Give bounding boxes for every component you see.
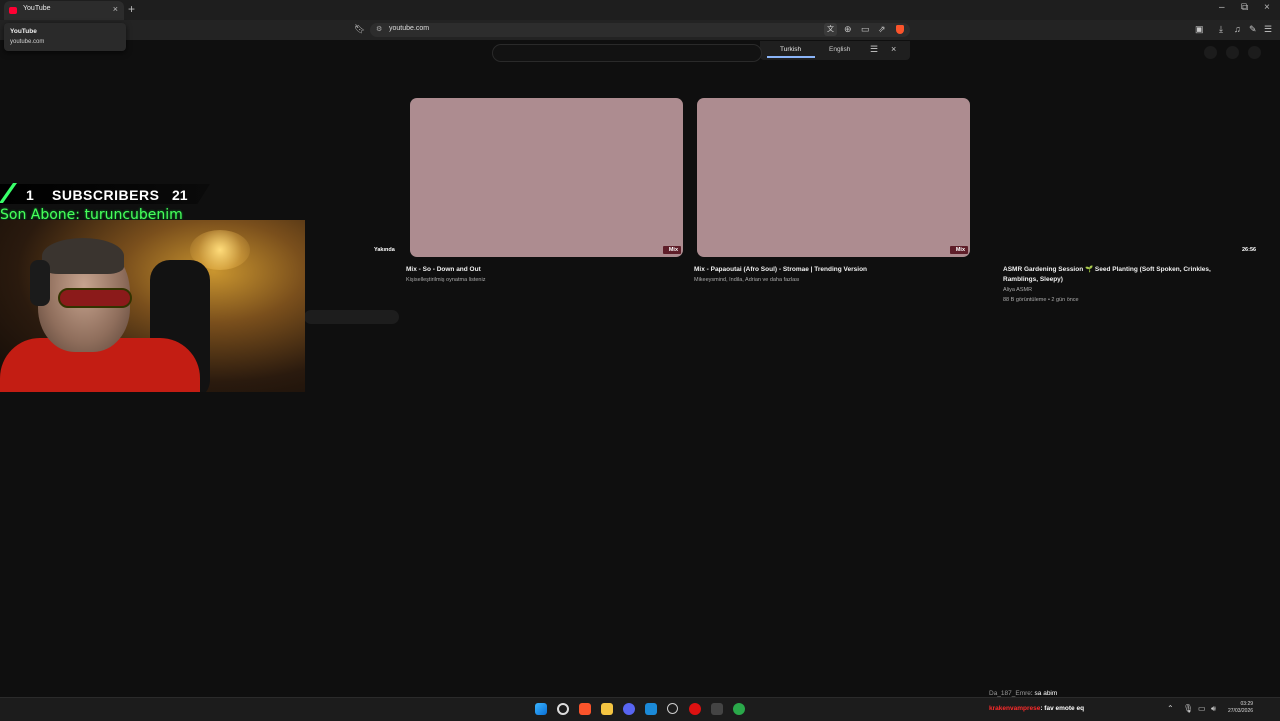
channel-name[interactable]: Aliya ASMR xyxy=(1003,285,1233,295)
site-info-icon[interactable]: ⚙ xyxy=(376,25,382,33)
network-icon[interactable]: ▭ xyxy=(1198,704,1206,713)
translate-options-icon[interactable]: ☰ xyxy=(870,44,878,55)
video-thumbnail[interactable]: Mix xyxy=(697,98,970,257)
file-explorer-icon[interactable] xyxy=(601,703,613,715)
browser-tab-bar: YouTube × + – ⧉ × xyxy=(0,0,1280,20)
chat-text: : fav emote eq xyxy=(1040,705,1085,712)
selected-language-indicator xyxy=(767,56,815,58)
chat-app-icon[interactable] xyxy=(733,703,745,715)
close-window-button[interactable]: × xyxy=(1264,2,1270,13)
video-meta: Kişiselleştirilmiş oynatma listeniz xyxy=(406,277,486,283)
clock-date: 27/03/2026 xyxy=(1228,708,1254,714)
search-icon[interactable] xyxy=(557,703,569,715)
chat-message: krakenvamprese: fav emote eq xyxy=(989,705,1084,712)
tooltip-title: YouTube xyxy=(10,28,37,35)
webcam-feed xyxy=(0,220,305,392)
tab-youtube[interactable]: YouTube × xyxy=(4,1,124,20)
browser-toolbar: ⚙ youtube.com xyxy=(0,20,1280,40)
media-icon[interactable]: ♫ xyxy=(1234,24,1241,34)
microphone-icon[interactable]: 🎙︎ xyxy=(1183,704,1193,713)
sidebar-icon[interactable]: ▣ xyxy=(1195,24,1204,35)
mix-badge: Mix xyxy=(662,246,681,254)
target-language-tab[interactable]: English xyxy=(829,46,850,53)
minimize-button[interactable]: – xyxy=(1219,2,1225,13)
maximize-button[interactable]: ⧉ xyxy=(1241,2,1248,13)
chat-text: : sa abim xyxy=(1030,690,1058,697)
translate-close-icon[interactable]: × xyxy=(891,44,896,54)
start-icon[interactable] xyxy=(535,703,547,715)
avatar[interactable] xyxy=(1248,46,1261,59)
windows-taskbar xyxy=(0,697,1280,721)
clock-time: 03:29 xyxy=(1240,701,1254,707)
translate-icon[interactable]: 文 xyxy=(824,23,837,36)
notifications-icon[interactable] xyxy=(1226,46,1239,59)
opera-icon[interactable] xyxy=(689,703,701,715)
loading-placeholder xyxy=(304,310,399,324)
url-text: youtube.com xyxy=(389,25,430,32)
taskbar-clock[interactable]: 03:29 27/03/2026 xyxy=(1228,701,1253,715)
settings-icon[interactable] xyxy=(667,703,678,714)
tray-chevron-icon[interactable]: ⌃ xyxy=(1167,704,1174,713)
tab-title: YouTube xyxy=(23,5,51,12)
download-icon[interactable]: ⤓ xyxy=(1219,24,1223,35)
brave-shields-icon[interactable] xyxy=(896,25,904,34)
video-title[interactable]: ASMR Gardening Session 🌱 Seed Planting (… xyxy=(1003,265,1233,285)
tab-close-icon[interactable]: × xyxy=(113,4,118,14)
webcam-glasses xyxy=(58,288,132,308)
video-title[interactable]: Mix - So - Down and Out xyxy=(406,265,676,275)
upcoming-badge: Yakında xyxy=(374,247,395,253)
extensions-icon[interactable]: ✎ xyxy=(1249,24,1257,35)
video-meta: Mikeeysmind, Indila, Adrian ve daha fazl… xyxy=(694,277,800,283)
webcam-headphones xyxy=(30,260,50,306)
cast-icon[interactable]: ▭ xyxy=(861,24,870,35)
zoom-icon[interactable]: ⊕ xyxy=(844,24,852,35)
source-language-tab[interactable]: Turkish xyxy=(780,46,801,53)
discord-icon[interactable] xyxy=(623,703,635,715)
webcam-hair xyxy=(42,238,124,274)
app-icon[interactable] xyxy=(711,703,723,715)
create-icon[interactable] xyxy=(1204,46,1217,59)
chat-username: krakenvamprese xyxy=(989,705,1041,712)
telegram-icon[interactable] xyxy=(645,703,657,715)
translate-popup: Turkish English ☰ × xyxy=(760,41,910,60)
volume-icon[interactable]: 🔊︎ xyxy=(1211,704,1216,714)
menu-icon[interactable]: ☰ xyxy=(1264,24,1272,35)
share-icon[interactable]: ⇗ xyxy=(878,24,886,35)
search-input[interactable] xyxy=(492,44,762,62)
brave-taskbar-icon[interactable] xyxy=(579,703,591,715)
video-title[interactable]: Mix - Papaoutai (Afro Soul) - Stromae | … xyxy=(694,265,974,275)
subscriber-goal-target: 21 xyxy=(172,187,188,203)
tooltip-url: youtube.com xyxy=(10,39,45,45)
video-thumbnail[interactable]: Mix xyxy=(410,98,683,257)
video-meta: 88 B görüntüleme • 2 gün önce xyxy=(1003,297,1079,303)
bookmark-icon[interactable]: 🔖︎ xyxy=(354,24,365,35)
chat-username: Da_187_Emre xyxy=(989,690,1031,697)
subscriber-goal-start: 1 xyxy=(26,187,34,203)
subscriber-goal-label: SUBSCRIBERS xyxy=(52,187,160,203)
youtube-favicon-icon xyxy=(9,7,17,14)
chat-message: Da_187_Emre: sa abim xyxy=(989,690,1057,697)
tab-hover-tooltip: YouTube youtube.com xyxy=(4,23,126,51)
mix-badge: Mix xyxy=(949,246,968,254)
new-tab-button[interactable]: + xyxy=(128,2,135,16)
video-duration: 26:56 xyxy=(1242,247,1257,253)
